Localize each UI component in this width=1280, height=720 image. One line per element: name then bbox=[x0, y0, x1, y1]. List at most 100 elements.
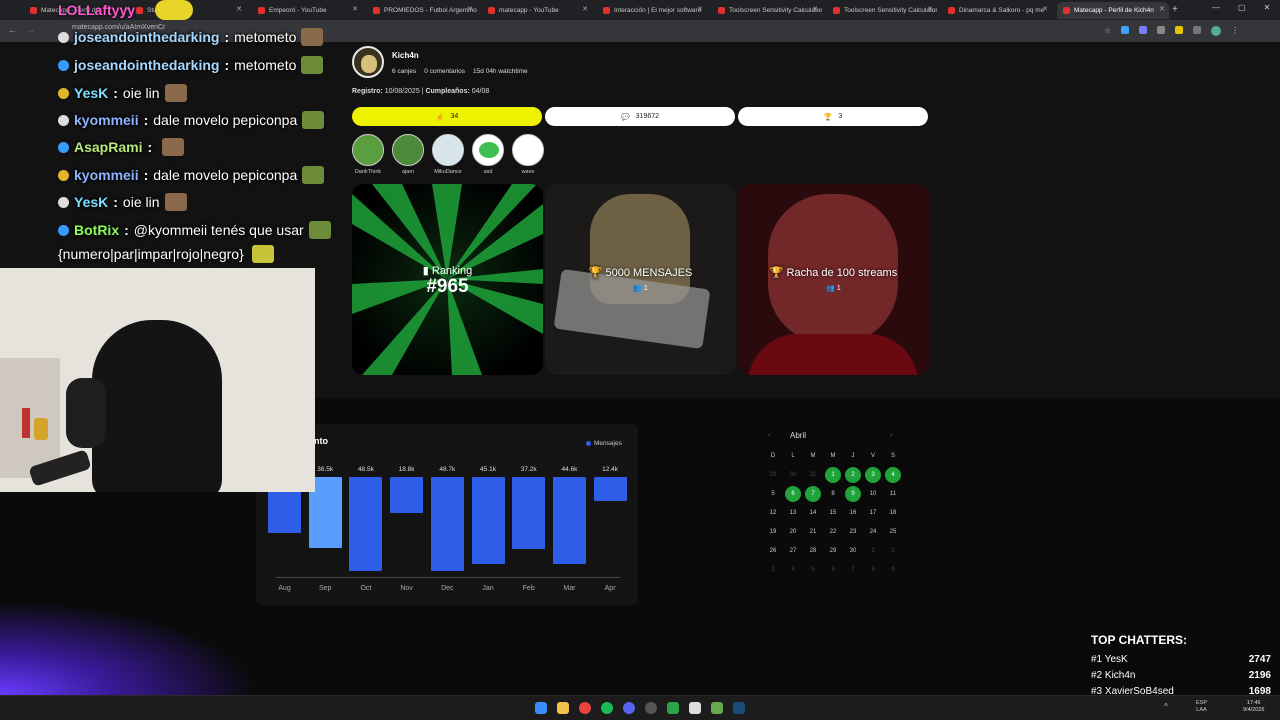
back-icon[interactable]: ← bbox=[8, 25, 17, 35]
forward-icon[interactable]: → bbox=[26, 25, 35, 35]
badge-dankthink[interactable] bbox=[352, 134, 384, 166]
chat-username[interactable]: joseandointhedarking bbox=[74, 57, 219, 73]
chat-username[interactable]: kyommeii bbox=[74, 167, 139, 183]
chart-bar[interactable] bbox=[390, 477, 424, 513]
extension-icon[interactable] bbox=[1193, 26, 1202, 34]
calendar-day[interactable]: 1 bbox=[865, 543, 881, 559]
calendar-day[interactable]: 25 bbox=[885, 524, 901, 540]
calendar-day[interactable]: 6 bbox=[825, 562, 841, 578]
calendar-day[interactable]: 5 bbox=[765, 486, 781, 502]
calendar-day[interactable]: 28 bbox=[805, 543, 821, 559]
chat-username[interactable]: AsapRami bbox=[74, 139, 142, 155]
calendar-day[interactable]: 1 bbox=[825, 467, 841, 483]
calendar-day[interactable]: 9 bbox=[885, 562, 901, 578]
tab-close-icon[interactable]: ✕ bbox=[352, 5, 358, 13]
tab-close-icon[interactable]: ✕ bbox=[812, 5, 818, 13]
tab-close-icon[interactable]: ✕ bbox=[236, 5, 242, 13]
browser-tab[interactable]: Dinamarca & Salkoro - pq me ✕ bbox=[942, 2, 1052, 19]
calendar-day[interactable]: 26 bbox=[765, 543, 781, 559]
profile-avatar-icon[interactable] bbox=[1211, 26, 1222, 36]
calendar-day[interactable]: 11 bbox=[885, 486, 901, 502]
calendar-day[interactable]: 3 bbox=[865, 467, 881, 483]
extension-icon[interactable] bbox=[1157, 26, 1166, 34]
calendar-next-icon[interactable]: › bbox=[890, 432, 892, 439]
extension-icon[interactable] bbox=[1139, 26, 1148, 34]
maximize-icon[interactable]: ▢ bbox=[1238, 3, 1246, 12]
calendar-day[interactable]: 10 bbox=[865, 486, 881, 502]
app-icon[interactable] bbox=[667, 702, 679, 714]
calendar-day[interactable]: 30 bbox=[845, 543, 861, 559]
achievements-button[interactable]: 🏆 3 bbox=[738, 107, 928, 126]
ranking-card[interactable]: ▮ Ranking #965 bbox=[352, 184, 543, 375]
calendar-day[interactable]: 16 bbox=[845, 505, 861, 521]
new-tab-button[interactable]: + bbox=[1172, 4, 1178, 15]
achievement-card-streak[interactable]: 🏆 Racha de 100 streams 👥 1 bbox=[738, 184, 929, 375]
calendar-day[interactable]: 21 bbox=[805, 524, 821, 540]
discord-icon[interactable] bbox=[623, 702, 635, 714]
close-icon[interactable]: ✕ bbox=[1264, 3, 1271, 12]
chat-username[interactable]: kyommeii bbox=[74, 112, 139, 128]
achievement-card-messages[interactable]: 🏆 5000 MENSAJES 👥 1 bbox=[545, 184, 736, 375]
extension-icon[interactable] bbox=[1121, 26, 1130, 34]
chrome-icon[interactable] bbox=[579, 702, 591, 714]
browser-tab[interactable]: PROMIEDOS - Futbol Argentino ✕ bbox=[367, 2, 477, 19]
chart-bar[interactable] bbox=[430, 477, 464, 571]
minecraft-icon[interactable] bbox=[711, 702, 723, 714]
calendar-day[interactable]: 6 bbox=[785, 486, 801, 502]
chat-username[interactable]: joseandointhedarking bbox=[74, 29, 219, 45]
star-icon[interactable]: ☆ bbox=[1104, 26, 1111, 36]
calendar-day[interactable]: 19 bbox=[765, 524, 781, 540]
tab-close-icon[interactable]: ✕ bbox=[467, 5, 473, 13]
chart-bar[interactable] bbox=[512, 477, 546, 549]
calendar-day[interactable]: 8 bbox=[865, 562, 881, 578]
calendar-day[interactable]: 15 bbox=[825, 505, 841, 521]
calendar-day[interactable]: 2 bbox=[845, 467, 861, 483]
calendar-day[interactable]: 8 bbox=[825, 486, 841, 502]
tab-close-icon[interactable]: ✕ bbox=[927, 5, 933, 13]
calendar-day[interactable]: 29 bbox=[825, 543, 841, 559]
browser-tab[interactable]: matecapp - YouTube ✕ bbox=[482, 2, 592, 19]
calendar-day[interactable]: 22 bbox=[825, 524, 841, 540]
calendar-day[interactable]: 27 bbox=[785, 543, 801, 559]
spotify-icon[interactable] bbox=[601, 702, 613, 714]
canjes-button[interactable]: ☝ 34 bbox=[352, 107, 542, 126]
browser-tab[interactable]: Toolscreen Sensitivity Calculator ✕ bbox=[827, 2, 937, 19]
calendar-day[interactable]: 3 bbox=[765, 562, 781, 578]
calendar-day[interactable]: 24 bbox=[865, 524, 881, 540]
calendar-day[interactable]: 5 bbox=[805, 562, 821, 578]
browser-tab[interactable]: Matecapp - Perfil de Kich4n ✕ bbox=[1057, 2, 1169, 19]
messages-button[interactable]: 💬 319672 bbox=[545, 107, 735, 126]
calendar-day[interactable]: 4 bbox=[785, 562, 801, 578]
calendar-day[interactable]: 29 bbox=[765, 467, 781, 483]
chat-username[interactable]: YesK bbox=[74, 194, 108, 210]
app-icon[interactable] bbox=[689, 702, 701, 714]
calendar-day[interactable]: 12 bbox=[765, 505, 781, 521]
calendar-day[interactable]: 30 bbox=[785, 467, 801, 483]
tab-close-icon[interactable]: ✕ bbox=[1159, 5, 1165, 13]
calendar-day[interactable]: 7 bbox=[845, 562, 861, 578]
calendar-day[interactable]: 2 bbox=[885, 543, 901, 559]
chart-bar[interactable] bbox=[552, 477, 586, 564]
browser-tab[interactable]: Empeoró - YouTube ✕ bbox=[252, 2, 362, 19]
calendar-prev-icon[interactable]: ‹ bbox=[768, 432, 770, 439]
extension-icon[interactable] bbox=[1175, 26, 1184, 34]
chart-bar[interactable] bbox=[593, 477, 627, 501]
browser-tab[interactable]: Toolscreen Sensitivity Calculator ✕ bbox=[712, 2, 822, 19]
chart-bar[interactable] bbox=[349, 477, 383, 571]
calendar-day[interactable]: 17 bbox=[865, 505, 881, 521]
calendar-day[interactable]: 23 bbox=[845, 524, 861, 540]
badge-wave[interactable] bbox=[512, 134, 544, 166]
tab-close-icon[interactable]: ✕ bbox=[697, 5, 703, 13]
steam-icon[interactable] bbox=[733, 702, 745, 714]
calendar-day[interactable]: 14 bbox=[805, 505, 821, 521]
calendar-day[interactable]: 20 bbox=[785, 524, 801, 540]
chat-username[interactable]: BotRix bbox=[74, 222, 119, 238]
browser-tab[interactable]: Interacción | El mejor software ✕ bbox=[597, 2, 707, 19]
badge-mikudance[interactable] bbox=[432, 134, 464, 166]
chat-username[interactable]: YesK bbox=[74, 85, 108, 101]
badge-ajam[interactable] bbox=[392, 134, 424, 166]
calendar-day[interactable]: 4 bbox=[885, 467, 901, 483]
tab-close-icon[interactable]: ✕ bbox=[1042, 5, 1048, 13]
calendar-day[interactable]: 9 bbox=[845, 486, 861, 502]
file-explorer-icon[interactable] bbox=[557, 702, 569, 714]
